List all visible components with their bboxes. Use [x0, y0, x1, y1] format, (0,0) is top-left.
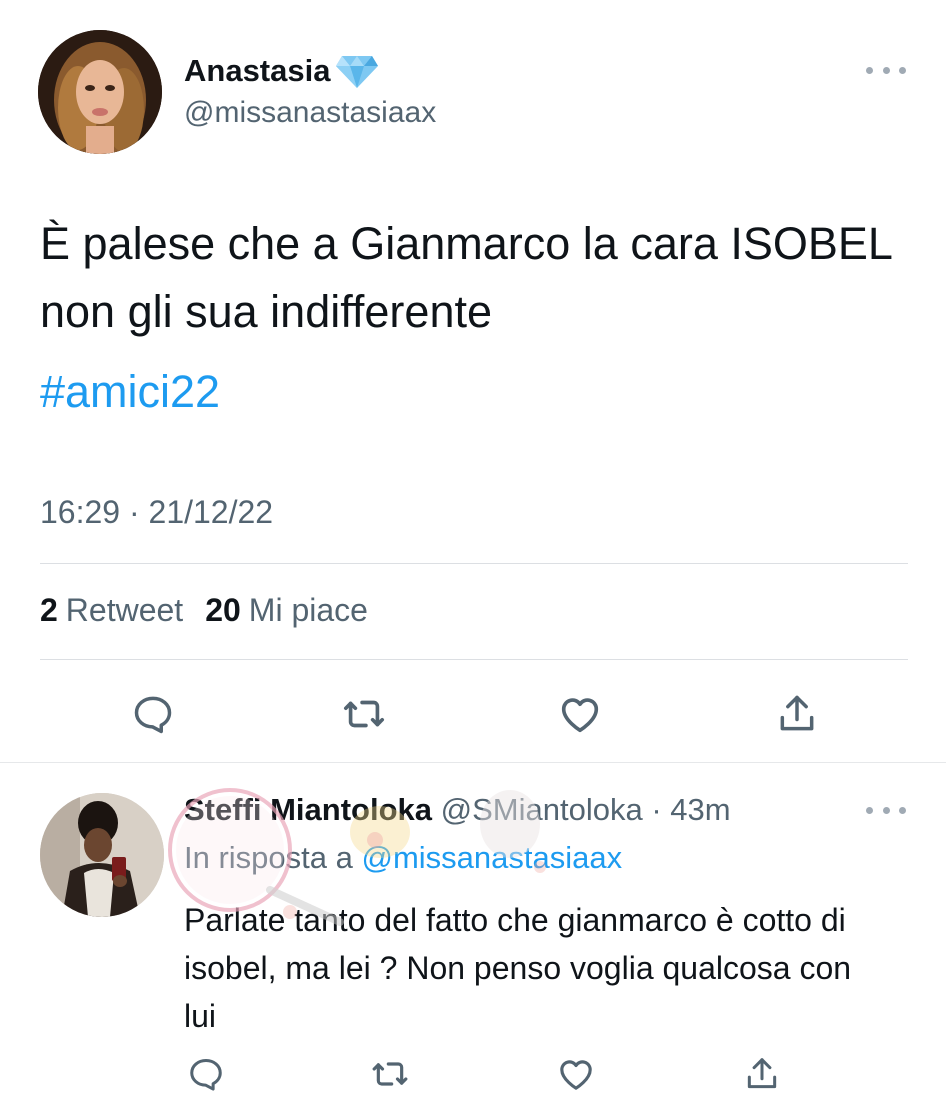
- reply-actions: [0, 1052, 946, 1096]
- tweet-stats: 2 Retweet 20 Mi piace: [40, 592, 368, 629]
- reply-header: Steffi Miantoloka @SMiantoloka · 43m: [184, 792, 731, 828]
- divider: [40, 659, 908, 660]
- author-name[interactable]: Anastasia: [184, 53, 330, 89]
- reply-more-options-icon[interactable]: [866, 798, 906, 822]
- reply-to-line: In risposta a @missanastasiaax: [184, 840, 622, 876]
- reply-text: Parlate tanto del fatto che gianmarco è …: [184, 902, 852, 1034]
- divider: [40, 563, 908, 564]
- author-handle[interactable]: @missanastasiaax: [184, 96, 436, 130]
- share-icon[interactable]: [771, 688, 823, 740]
- reply-reply-icon[interactable]: [184, 1052, 228, 1096]
- retweet-icon[interactable]: [338, 688, 390, 740]
- reply-author-handle[interactable]: @SMiantoloka: [441, 792, 643, 827]
- tweet-actions: [0, 688, 946, 740]
- hashtag-link[interactable]: #amici22: [40, 366, 220, 418]
- reply-time[interactable]: · 43m: [651, 792, 730, 827]
- reply-author-name[interactable]: Steffi Miantoloka: [184, 792, 432, 827]
- reply-like-icon[interactable]: [554, 1052, 598, 1096]
- reply-icon[interactable]: [127, 688, 179, 740]
- reply-to-label: In risposta a: [184, 840, 353, 875]
- diamond-icon: [336, 56, 379, 88]
- reply-author-avatar[interactable]: [40, 793, 164, 917]
- reply-share-icon[interactable]: [740, 1052, 784, 1096]
- retweets-label: Retweet: [65, 592, 184, 628]
- more-options-icon[interactable]: [866, 58, 906, 82]
- reply-retweet-icon[interactable]: [368, 1052, 412, 1096]
- author-avatar[interactable]: [38, 30, 162, 154]
- author-name-row[interactable]: Anastasia: [184, 52, 380, 90]
- tweet-text: È palese che a Gianmarco la cara ISOBEL …: [40, 218, 892, 337]
- likes-stat[interactable]: 20 Mi piace: [205, 592, 368, 629]
- reply-to-mention[interactable]: @missanastasiaax: [362, 840, 623, 875]
- like-icon[interactable]: [554, 688, 606, 740]
- section-divider: [0, 762, 946, 763]
- likes-count: 20: [205, 592, 241, 628]
- retweets-count: 2: [40, 592, 58, 628]
- retweets-stat[interactable]: 2 Retweet: [40, 592, 183, 629]
- main-tweet: Anastasia @missanastasiaax È palese che …: [0, 0, 946, 760]
- likes-label: Mi piace: [248, 592, 368, 628]
- tweet-timestamp[interactable]: 16:29 · 21/12/22: [40, 494, 273, 531]
